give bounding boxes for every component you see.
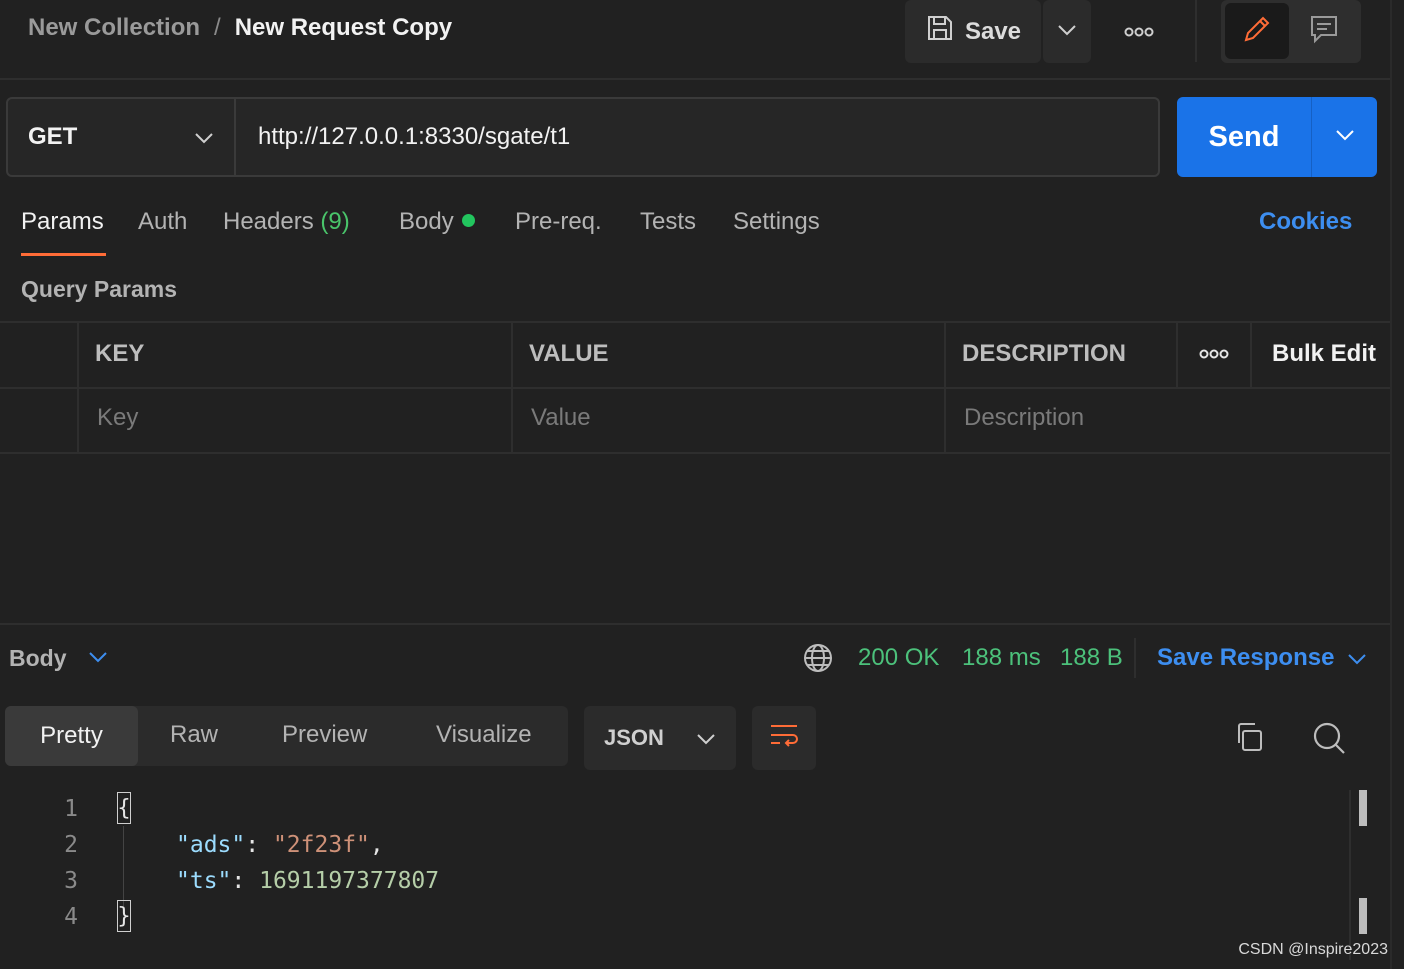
json-close-brace: }: [117, 900, 131, 932]
more-icon: [1196, 349, 1232, 369]
more-options-button[interactable]: [1112, 12, 1166, 52]
chevron-down-icon[interactable]: [88, 650, 108, 668]
body-indicator-dot: [461, 214, 475, 228]
scrollbar-track[interactable]: [1349, 790, 1351, 960]
chevron-down-icon: [696, 725, 716, 751]
tab-settings[interactable]: Settings: [733, 208, 820, 236]
tab-headers[interactable]: Headers (9): [223, 208, 350, 236]
comment-icon: [1309, 14, 1339, 49]
description-input[interactable]: Description: [964, 404, 1084, 432]
column-divider: [77, 321, 79, 454]
globe-icon[interactable]: [802, 642, 834, 679]
column-header-description: DESCRIPTION: [962, 340, 1127, 367]
json-open-brace: {: [117, 792, 131, 824]
line-number: 1: [64, 796, 78, 822]
breadcrumb-collection[interactable]: New Collection: [28, 14, 200, 42]
view-tab-pretty[interactable]: Pretty: [5, 706, 138, 766]
status-code[interactable]: 200 OK: [858, 644, 939, 672]
scrollbar-thumb-top[interactable]: [1359, 790, 1367, 826]
url-input[interactable]: [234, 97, 1160, 177]
active-tab-indicator: [21, 253, 106, 256]
comments-button[interactable]: [1292, 3, 1356, 59]
tab-prereq[interactable]: Pre-req.: [515, 208, 602, 236]
format-select[interactable]: JSON: [584, 706, 736, 770]
save-icon: [925, 13, 955, 50]
more-icon: [1112, 27, 1166, 56]
tab-body[interactable]: Body: [399, 208, 475, 236]
query-params-title: Query Params: [21, 276, 177, 302]
response-time[interactable]: 188 ms: [962, 644, 1041, 672]
right-panel-border: [1390, 0, 1392, 969]
json-key: "ads": [176, 832, 246, 858]
column-divider: [511, 321, 513, 454]
table-header-border: [0, 387, 1392, 389]
response-divider: [0, 623, 1392, 625]
table-options-button[interactable]: [1196, 343, 1232, 370]
tab-tests[interactable]: Tests: [640, 208, 696, 236]
value-input[interactable]: Value: [531, 404, 591, 432]
copy-icon[interactable]: [1233, 721, 1265, 758]
save-label: Save: [964, 17, 1022, 45]
table-top-border: [0, 321, 1392, 323]
chevron-down-icon: [1335, 128, 1355, 146]
breadcrumb-separator: /: [214, 14, 221, 41]
json-line-ts: "ts": 1691197377807: [176, 868, 439, 894]
json-string-value: "2f23f": [272, 832, 370, 858]
bulk-edit-button[interactable]: Bulk Edit: [1272, 340, 1376, 368]
json-line-ads: "ads": "2f23f",: [176, 832, 384, 858]
save-options-button[interactable]: [1043, 0, 1091, 63]
wrap-icon: [768, 722, 800, 755]
json-colon: :: [245, 832, 273, 858]
pencil-icon: [1241, 13, 1273, 50]
view-tab-preview[interactable]: Preview: [282, 721, 367, 749]
json-key: "ts": [176, 868, 232, 894]
line-number: 2: [64, 832, 78, 858]
column-divider: [1250, 321, 1252, 387]
send-button[interactable]: Send: [1177, 97, 1311, 177]
method-label: GET: [28, 123, 78, 150]
chevron-down-icon[interactable]: [1347, 652, 1367, 670]
format-label: JSON: [604, 725, 664, 750]
line-number: 3: [64, 868, 78, 894]
header-divider: [0, 78, 1392, 80]
key-input[interactable]: Key: [97, 404, 138, 432]
view-tab-raw[interactable]: Raw: [170, 721, 218, 749]
method-select[interactable]: GET: [6, 97, 236, 177]
json-number-value: 1691197377807: [259, 868, 440, 894]
column-header-value: VALUE: [529, 340, 609, 367]
save-button[interactable]: Save: [905, 0, 1041, 63]
chevron-down-icon: [194, 123, 214, 151]
cookies-link[interactable]: Cookies: [1259, 208, 1352, 236]
headers-count-badge: (9): [320, 208, 350, 235]
view-tab-visualize[interactable]: Visualize: [436, 721, 532, 749]
line-number: 4: [64, 904, 78, 930]
send-options-button[interactable]: [1311, 97, 1377, 177]
tab-params[interactable]: Params: [21, 208, 104, 236]
table-bottom-border: [0, 452, 1392, 454]
watermark: CSDN @Inspire2023: [1238, 941, 1388, 958]
indent-guide: [123, 826, 124, 906]
wrap-lines-button[interactable]: [752, 706, 816, 770]
save-response-button[interactable]: Save Response: [1157, 644, 1334, 672]
tab-headers-label: Headers: [223, 208, 314, 235]
scrollbar-thumb-bottom[interactable]: [1359, 898, 1367, 934]
column-divider: [1176, 321, 1178, 387]
status-divider: [1134, 638, 1136, 678]
chevron-down-icon: [1057, 23, 1077, 41]
breadcrumb: New Collection / New Request Copy: [28, 14, 452, 42]
column-divider: [944, 321, 946, 454]
toolbar-divider: [1195, 0, 1197, 62]
json-colon: :: [231, 868, 260, 894]
column-header-key: KEY: [95, 340, 145, 367]
response-body-label[interactable]: Body: [9, 645, 67, 672]
response-size[interactable]: 188 B: [1060, 644, 1123, 672]
edit-button[interactable]: [1225, 3, 1289, 59]
json-comma: ,: [369, 832, 384, 858]
tab-auth[interactable]: Auth: [138, 208, 187, 236]
search-icon[interactable]: [1312, 721, 1346, 760]
request-title[interactable]: New Request Copy: [235, 14, 452, 42]
tab-body-label: Body: [399, 208, 454, 235]
